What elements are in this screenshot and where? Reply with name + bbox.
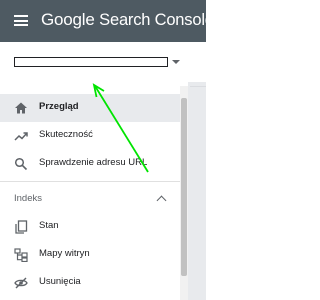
eye-off-icon bbox=[14, 277, 28, 289]
nav-item-label: Mapy witryn bbox=[39, 248, 90, 259]
nav-item-label: Skuteczność bbox=[39, 129, 93, 140]
property-selector-input[interactable] bbox=[14, 57, 168, 67]
nav-item-label: Sprawdzenie adresu URL bbox=[39, 157, 148, 168]
nav-item-url-inspection[interactable]: Sprawdzenie adresu URL bbox=[0, 150, 180, 178]
nav-item-coverage[interactable]: Stan bbox=[0, 213, 180, 241]
section-divider bbox=[0, 181, 180, 182]
nav-item-label: Usunięcia bbox=[39, 276, 81, 287]
trending-up-icon bbox=[14, 132, 28, 141]
hamburger-menu-icon[interactable] bbox=[14, 15, 28, 26]
search-icon bbox=[14, 157, 28, 171]
nav-item-label: Przegląd bbox=[39, 101, 79, 112]
nav-item-overview[interactable]: Przegląd bbox=[0, 94, 180, 122]
nav-item-sitemaps[interactable]: Mapy witryn bbox=[0, 241, 180, 269]
content-area bbox=[188, 82, 206, 300]
sidebar-scrollbar-thumb[interactable] bbox=[181, 98, 187, 276]
chevron-up-icon[interactable] bbox=[156, 195, 167, 206]
dropdown-arrow-icon[interactable] bbox=[172, 60, 180, 64]
section-header-index[interactable]: Indeks bbox=[14, 193, 42, 204]
content-divider bbox=[190, 86, 206, 87]
home-icon bbox=[15, 102, 27, 114]
pages-icon bbox=[15, 220, 28, 234]
nav-item-label: Stan bbox=[39, 220, 59, 231]
nav-item-performance[interactable]: Skuteczność bbox=[0, 122, 180, 150]
nav-item-removals[interactable]: Usunięcia bbox=[0, 269, 180, 297]
app-title[interactable]: Google Search Console bbox=[41, 10, 214, 30]
app-header: Google Search Console bbox=[0, 0, 214, 42]
sitemap-icon bbox=[14, 248, 28, 262]
